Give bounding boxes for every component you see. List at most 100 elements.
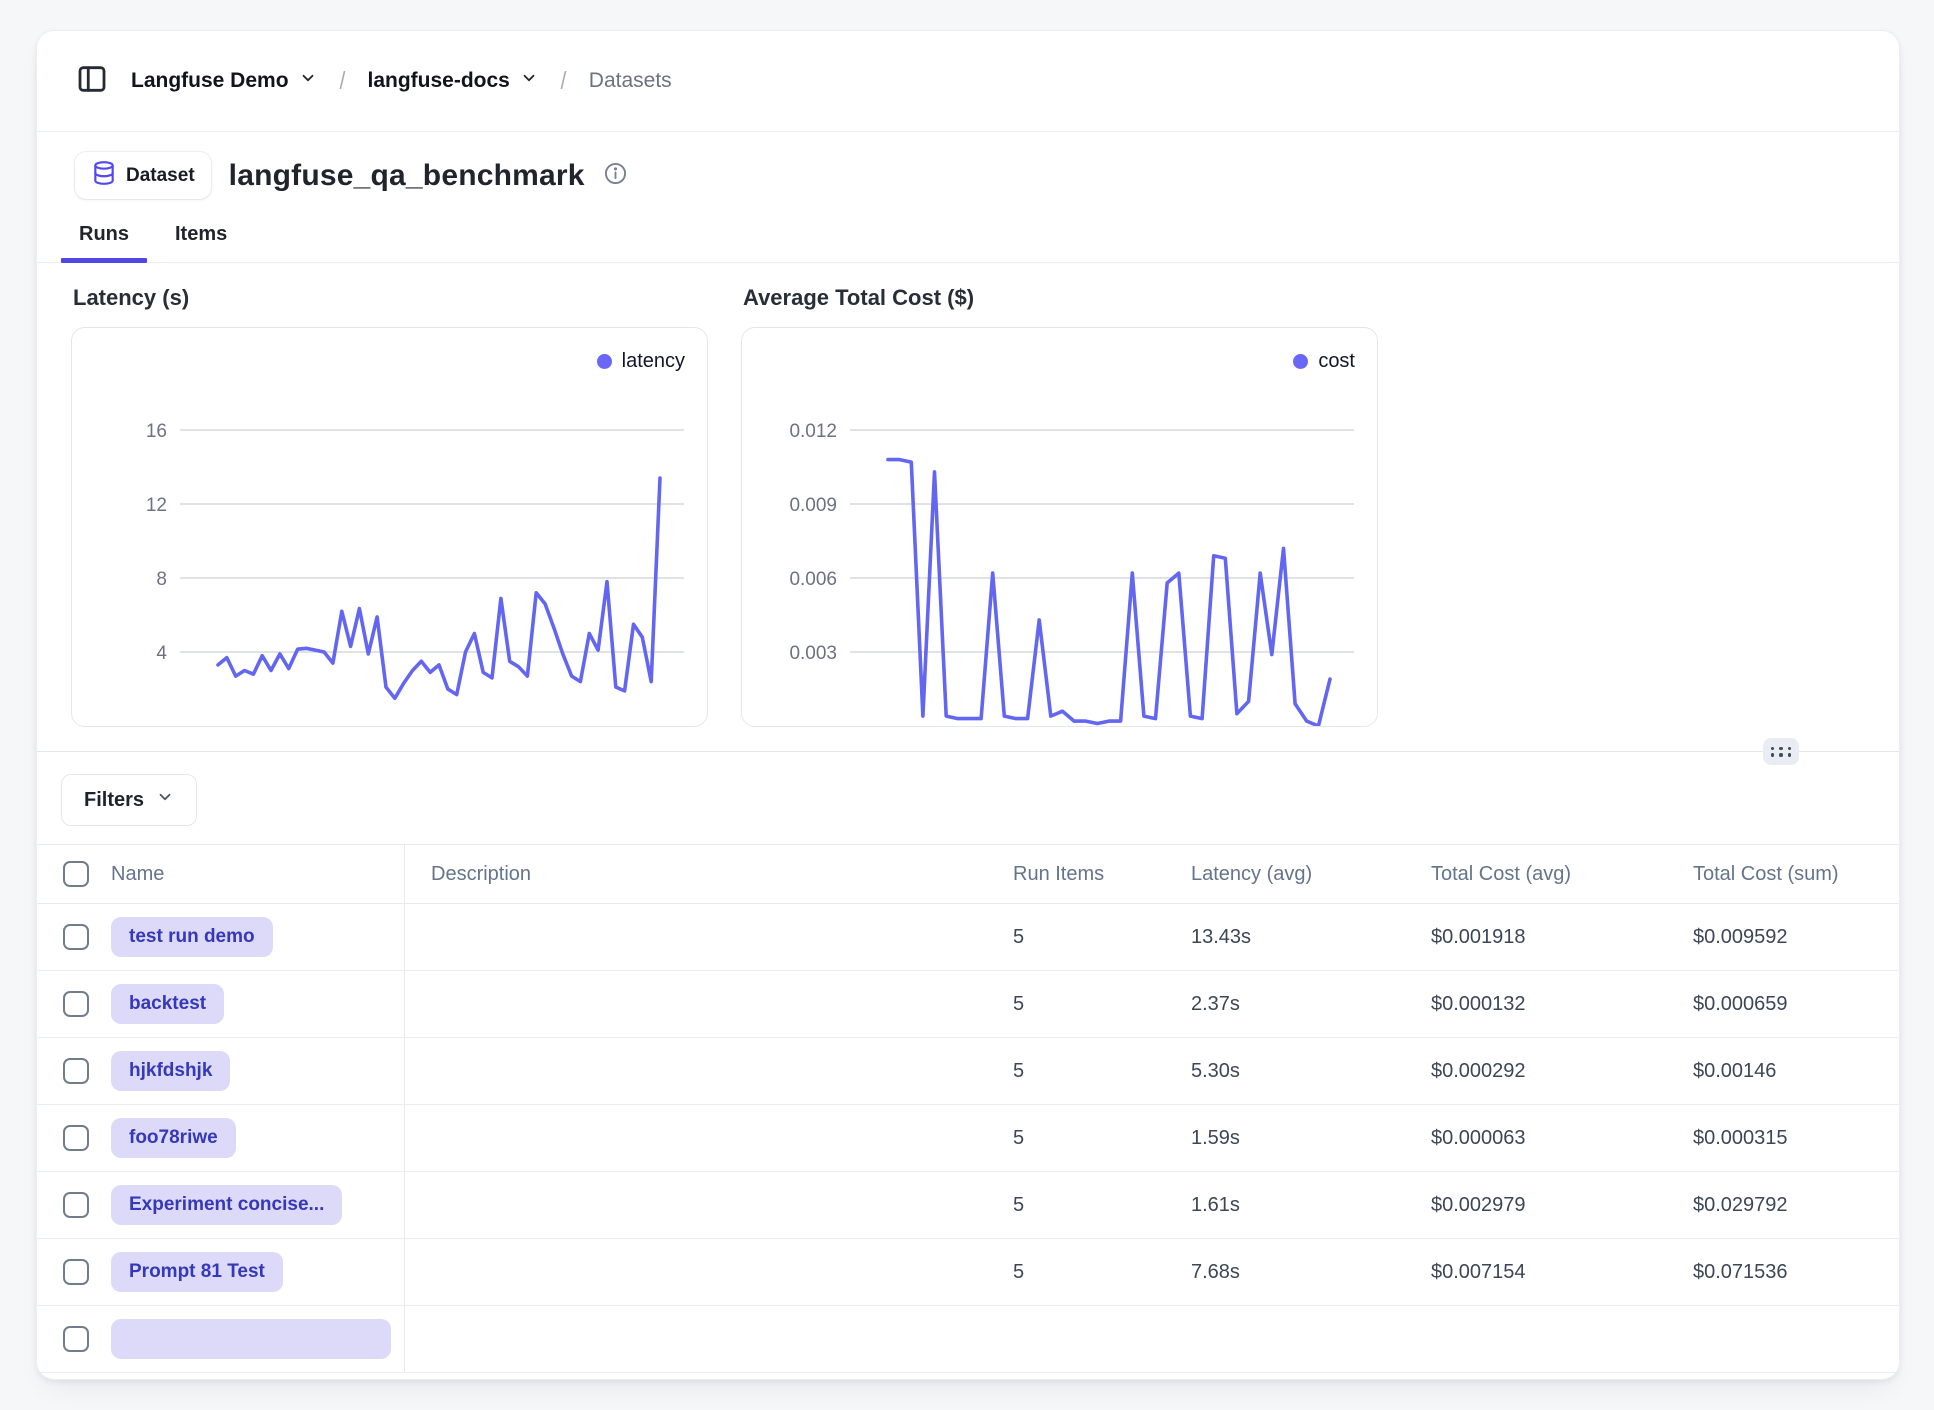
panel-left-icon	[76, 63, 108, 100]
cost-legend-label: cost	[1318, 350, 1355, 373]
breadcrumb-project[interactable]: Langfuse Demo	[131, 69, 317, 93]
tab-items[interactable]: Items	[171, 217, 231, 262]
row-checkbox[interactable]	[63, 1125, 89, 1151]
description-cell	[405, 1105, 1013, 1171]
legend-dot-icon	[597, 354, 612, 369]
tab-runs[interactable]: Runs	[75, 217, 133, 262]
row-checkbox[interactable]	[63, 1259, 89, 1285]
info-icon[interactable]	[603, 161, 628, 191]
table-row: hjkfdshjk 5 5.30s $0.000292 $0.00146	[37, 1038, 1899, 1105]
breadcrumb-page[interactable]: Datasets	[589, 69, 672, 93]
description-cell	[405, 1172, 1013, 1238]
charts-section: Latency (s) 16 12 8 4 latency Average Total…	[37, 263, 1899, 727]
latency-avg-cell: 13.43s	[1191, 926, 1431, 949]
filters-row: Filters	[37, 752, 1899, 844]
latency-avg-cell: 5.30s	[1191, 1060, 1431, 1083]
breadcrumb-org[interactable]: langfuse-docs	[367, 69, 537, 93]
cost-chart-block: Average Total Cost ($) 0.0120.0090.0060.…	[741, 285, 1378, 727]
table-row: backtest 5 2.37s $0.000132 $0.000659	[37, 971, 1899, 1038]
breadcrumb-project-label: Langfuse Demo	[131, 69, 289, 93]
total-cost-avg-cell: $0.002979	[1431, 1194, 1693, 1217]
total-cost-avg-cell: $0.001918	[1431, 926, 1693, 949]
row-checkbox[interactable]	[63, 1326, 89, 1352]
total-cost-sum-cell: $0.00146	[1693, 1060, 1899, 1083]
table-header-row: Name Description Run Items Latency (avg)…	[37, 844, 1899, 904]
total-cost-sum-cell: $0.029792	[1693, 1194, 1899, 1217]
total-cost-avg-cell: $0.000063	[1431, 1127, 1693, 1150]
svg-text:16: 16	[146, 421, 167, 442]
filters-button-label: Filters	[84, 789, 144, 812]
table-row: test run demo 5 13.43s $0.001918 $0.0095…	[37, 904, 1899, 971]
latency-avg-cell: 1.61s	[1191, 1194, 1431, 1217]
svg-text:4: 4	[156, 643, 167, 664]
total-cost-avg-cell: $0.000292	[1431, 1060, 1693, 1083]
column-header-name[interactable]: Name	[111, 845, 405, 903]
column-header-description[interactable]: Description	[405, 845, 1013, 903]
run-name-badge[interactable]: Prompt 81 Test	[111, 1252, 283, 1292]
row-checkbox[interactable]	[63, 1058, 89, 1084]
filters-button[interactable]: Filters	[61, 774, 197, 826]
latency-chart-title: Latency (s)	[73, 285, 708, 311]
chevron-down-icon	[299, 69, 317, 93]
cost-chart-title: Average Total Cost ($)	[743, 285, 1378, 311]
database-icon	[91, 160, 117, 191]
description-cell	[405, 1239, 1013, 1305]
svg-text:12: 12	[146, 495, 167, 516]
dataset-type-badge: Dataset	[75, 152, 211, 199]
column-header-total-cost-avg[interactable]: Total Cost (avg)	[1431, 863, 1693, 886]
latency-avg-cell: 7.68s	[1191, 1261, 1431, 1284]
breadcrumb-separator: /	[560, 67, 566, 96]
latency-legend: latency	[597, 350, 685, 373]
run-items-cell: 5	[1013, 1127, 1191, 1150]
cost-chart: 0.0120.0090.0060.003 cost	[741, 327, 1378, 727]
run-items-cell: 5	[1013, 1194, 1191, 1217]
main-panel: Langfuse Demo / langfuse-docs / Datasets	[36, 30, 1900, 1380]
svg-text:8: 8	[156, 569, 167, 590]
total-cost-sum-cell: $0.009592	[1693, 926, 1899, 949]
description-cell	[405, 971, 1013, 1037]
breadcrumb-separator: /	[339, 67, 345, 96]
latency-avg-cell: 2.37s	[1191, 993, 1431, 1016]
column-header-latency-avg[interactable]: Latency (avg)	[1191, 863, 1431, 886]
run-name-badge[interactable]: Experiment concise...	[111, 1185, 342, 1225]
column-header-total-cost-sum[interactable]: Total Cost (sum)	[1693, 863, 1899, 886]
row-checkbox[interactable]	[63, 1192, 89, 1218]
row-checkbox[interactable]	[63, 924, 89, 950]
breadcrumb: Langfuse Demo / langfuse-docs / Datasets	[37, 31, 1899, 132]
total-cost-avg-cell: $0.007154	[1431, 1261, 1693, 1284]
run-name-badge[interactable]	[111, 1319, 391, 1359]
resize-handle[interactable]	[1763, 738, 1799, 765]
chevron-down-icon	[520, 69, 538, 93]
runs-table: Name Description Run Items Latency (avg)…	[37, 844, 1899, 1373]
latency-legend-label: latency	[622, 350, 685, 373]
cost-legend: cost	[1293, 350, 1355, 373]
legend-dot-icon	[1293, 354, 1308, 369]
run-items-cell: 5	[1013, 993, 1191, 1016]
chevron-down-icon	[156, 788, 174, 812]
select-all-checkbox[interactable]	[63, 861, 89, 887]
description-cell	[405, 1038, 1013, 1104]
tab-bar: Runs Items	[37, 217, 1899, 263]
total-cost-sum-cell: $0.000315	[1693, 1127, 1899, 1150]
latency-avg-cell: 1.59s	[1191, 1127, 1431, 1150]
svg-text:0.009: 0.009	[789, 495, 837, 516]
run-name-badge[interactable]: hjkfdshjk	[111, 1051, 230, 1091]
dataset-badge-label: Dataset	[126, 165, 195, 187]
run-name-badge[interactable]: backtest	[111, 984, 224, 1024]
run-name-badge[interactable]: test run demo	[111, 917, 273, 957]
run-items-cell: 5	[1013, 926, 1191, 949]
grip-dots-icon	[1771, 747, 1792, 757]
latency-chart: 16 12 8 4 latency	[71, 327, 708, 727]
latency-chart-block: Latency (s) 16 12 8 4 latency	[71, 285, 708, 727]
breadcrumb-org-label: langfuse-docs	[367, 69, 509, 93]
table-row: Experiment concise... 5 1.61s $0.002979 …	[37, 1172, 1899, 1239]
row-checkbox[interactable]	[63, 991, 89, 1017]
sidebar-toggle-button[interactable]	[75, 64, 109, 98]
run-items-cell: 5	[1013, 1060, 1191, 1083]
run-name-badge[interactable]: foo78riwe	[111, 1118, 236, 1158]
page-title: langfuse_qa_benchmark	[229, 159, 585, 193]
table-row: Prompt 81 Test 5 7.68s $0.007154 $0.0715…	[37, 1239, 1899, 1306]
total-cost-sum-cell: $0.000659	[1693, 993, 1899, 1016]
column-header-run-items[interactable]: Run Items	[1013, 863, 1191, 886]
select-all-cell	[37, 845, 111, 903]
